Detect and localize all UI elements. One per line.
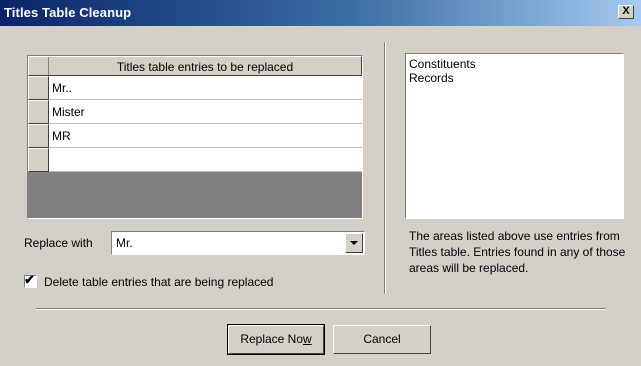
row-selector[interactable] xyxy=(28,148,49,172)
table-cell[interactable] xyxy=(49,148,362,172)
titles-grid: Titles table entries to be replaced Mr..… xyxy=(27,55,363,219)
table-row[interactable]: Mr.. xyxy=(28,76,362,100)
chevron-down-icon xyxy=(350,241,358,245)
title-bar[interactable]: Titles Table Cleanup X xyxy=(0,0,641,26)
grid-header-label: Titles table entries to be replaced xyxy=(116,60,294,74)
grid-header: Titles table entries to be replaced xyxy=(28,56,362,76)
row-selector[interactable] xyxy=(28,76,49,100)
row-selector[interactable] xyxy=(28,100,49,124)
dialog-window: Titles Table Cleanup X Titles table entr… xyxy=(0,0,641,366)
table-row[interactable] xyxy=(28,148,362,172)
close-button[interactable]: X xyxy=(618,5,634,19)
replace-now-label: Replace No xyxy=(240,332,304,346)
replace-now-button[interactable]: Replace Now xyxy=(227,324,325,355)
close-icon: X xyxy=(622,5,630,17)
cancel-label: Cancel xyxy=(363,332,401,346)
checkmark-icon: ✔ xyxy=(24,272,35,287)
table-cell[interactable]: Mr.. xyxy=(49,76,362,100)
delete-entries-checkbox[interactable]: ✔ xyxy=(24,272,37,288)
grid-corner xyxy=(29,57,49,75)
row-selector[interactable] xyxy=(28,124,49,148)
table-row[interactable]: MR xyxy=(28,124,362,148)
areas-listbox[interactable]: Constituents Records xyxy=(405,53,624,219)
list-item[interactable]: Constituents xyxy=(409,57,476,71)
table-row[interactable]: Mister xyxy=(28,100,362,124)
window-title: Titles Table Cleanup xyxy=(4,5,132,20)
delete-entries-label[interactable]: Delete table entries that are being repl… xyxy=(44,275,273,289)
replace-with-label: Replace with xyxy=(24,236,93,250)
table-cell[interactable]: Mister xyxy=(49,100,362,124)
cancel-button[interactable]: Cancel xyxy=(333,325,431,354)
replace-with-dropdown[interactable]: Mr. xyxy=(111,231,365,255)
horizontal-separator xyxy=(36,308,606,310)
list-item[interactable]: Records xyxy=(409,71,454,85)
vertical-divider xyxy=(384,42,386,294)
dropdown-button[interactable] xyxy=(345,233,363,253)
table-cell[interactable]: MR xyxy=(49,124,362,148)
areas-note: The areas listed above use entries from … xyxy=(409,229,626,275)
replace-now-mnemonic: w xyxy=(303,332,312,346)
replace-with-value: Mr. xyxy=(116,236,133,250)
